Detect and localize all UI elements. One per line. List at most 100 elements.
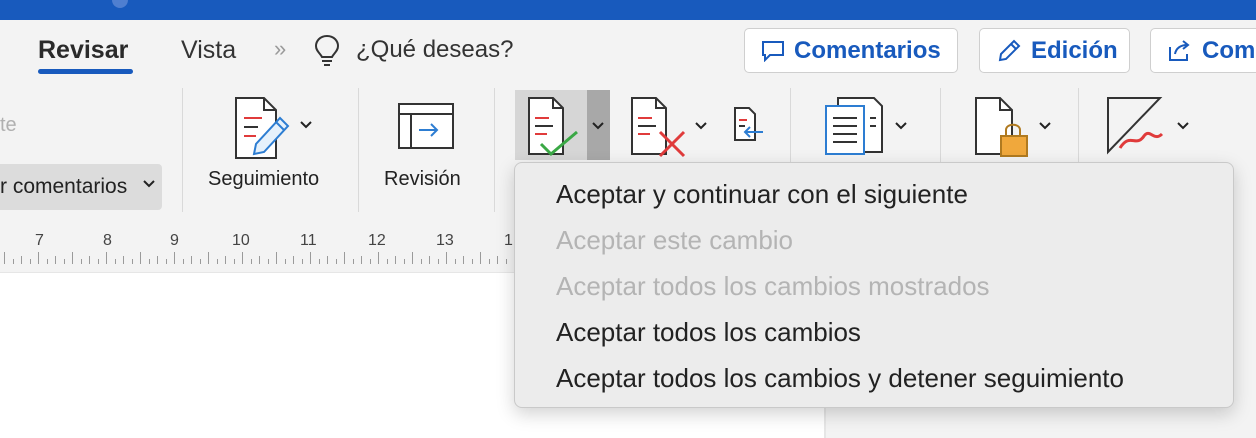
chevron-down-icon[interactable]: [591, 121, 605, 131]
ruler-number: 10: [232, 232, 250, 249]
chevron-down-icon[interactable]: [694, 121, 708, 131]
tab-vista[interactable]: Vista: [181, 36, 236, 65]
review-button-label[interactable]: Revisión: [384, 168, 461, 191]
ruler-tick: [216, 259, 218, 264]
comments-button[interactable]: Comentarios: [744, 28, 958, 73]
ruler-tick: [284, 259, 286, 264]
ruler-tick: [21, 256, 22, 264]
ribbon-separator: [494, 88, 495, 212]
track-changes-icon[interactable]: [234, 96, 294, 160]
ruler-tick: [174, 252, 175, 264]
ruler-tick: [505, 259, 507, 264]
previous-change-icon[interactable]: [733, 106, 765, 142]
active-tab-indicator: [38, 69, 133, 74]
ruler-tick: [310, 252, 311, 264]
ruler-tick: [497, 256, 498, 264]
ruler-tick: [437, 259, 439, 264]
ruler-number: 7: [35, 232, 44, 249]
ruler-tick: [89, 256, 90, 264]
ruler-tick: [352, 259, 354, 264]
menu-item-accept-all-shown: Aceptar todos los cambios mostrados: [556, 271, 990, 301]
ruler-tick: [63, 259, 65, 264]
ruler-tick: [361, 256, 362, 264]
ruler-tick: [97, 259, 99, 264]
more-tabs-chevron-icon[interactable]: »: [274, 36, 286, 62]
ruler-tick: [233, 259, 235, 264]
ruler-tick: [55, 256, 56, 264]
ruler-tick: [412, 252, 413, 264]
ruler-tick: [148, 259, 150, 264]
chevron-down-icon[interactable]: [1176, 121, 1190, 131]
ribbon-separator: [358, 88, 359, 212]
ruler-tick: [395, 256, 396, 264]
ribbon-separator: [182, 88, 183, 212]
review-pane-icon[interactable]: [397, 102, 455, 150]
chevron-down-icon[interactable]: [299, 120, 313, 130]
ribbon-tab-bar: Revisar Vista » ¿Qué deseas? Comentarios…: [0, 20, 1256, 84]
ribbon-partial-label: te: [0, 114, 17, 136]
ruler-tick: [4, 252, 5, 264]
ruler-tick: [250, 259, 252, 264]
ruler-tick: [165, 259, 167, 264]
menu-item-accept-and-next[interactable]: Aceptar y continuar con el siguiente: [556, 179, 968, 210]
ruler-tick: [46, 259, 48, 264]
ruler-number: 12: [368, 232, 386, 249]
ruler-tick: [259, 256, 260, 264]
pencil-icon: [998, 39, 1021, 61]
menu-item-accept-this-change: Aceptar este cambio: [556, 225, 794, 255]
tab-revisar[interactable]: Revisar: [38, 36, 128, 65]
ruler-number: 1: [504, 232, 513, 249]
ruler-number: 8: [103, 232, 112, 249]
tell-me-search[interactable]: ¿Qué deseas?: [356, 36, 513, 64]
accept-icon[interactable]: [527, 96, 585, 158]
ruler-tick: [114, 259, 116, 264]
ruler-tick: [242, 252, 243, 264]
menu-item-accept-all-stop-tracking[interactable]: Aceptar todos los cambios y detener segu…: [556, 363, 1124, 394]
tracking-button-label[interactable]: Seguimiento: [208, 168, 319, 191]
ruler-tick: [344, 252, 345, 264]
ruler-tick: [454, 259, 456, 264]
ruler-tick: [157, 256, 158, 264]
ruler-tick: [463, 256, 464, 264]
compare-icon[interactable]: [824, 96, 884, 156]
ruler-tick: [335, 259, 337, 264]
chevron-down-icon[interactable]: [1038, 121, 1052, 131]
ruler-tick: [225, 256, 226, 264]
ruler-tick: [199, 259, 201, 264]
ruler-tick: [140, 252, 141, 264]
ruler-tick: [301, 259, 303, 264]
ruler-tick: [369, 259, 371, 264]
share-button-label: Com: [1202, 36, 1256, 64]
editing-button[interactable]: Edición: [979, 28, 1130, 73]
share-button[interactable]: Com: [1150, 28, 1256, 73]
ruler-number: 13: [436, 232, 454, 249]
ruler-tick: [420, 259, 422, 264]
markup-combo-label: r comentarios: [0, 175, 128, 198]
ruler-tick: [386, 259, 388, 264]
ruler-tick: [72, 252, 73, 264]
ruler-tick: [267, 259, 269, 264]
ruler-tick: [106, 252, 107, 264]
chevron-down-icon[interactable]: [894, 121, 908, 131]
ruler-tick: [327, 256, 328, 264]
speech-bubble-icon: [762, 40, 784, 62]
ruler-number: 9: [170, 232, 179, 249]
ruler-tick: [446, 252, 447, 264]
ruler-tick: [318, 259, 320, 264]
menu-item-accept-all[interactable]: Aceptar todos los cambios: [556, 317, 861, 348]
window-title-bar: [0, 0, 1256, 20]
ruler-tick: [276, 252, 277, 264]
ink-icon[interactable]: [1106, 96, 1166, 156]
ruler-tick: [80, 259, 82, 264]
reject-icon[interactable]: [630, 96, 688, 158]
ruler-tick: [403, 259, 405, 264]
ruler-tick: [378, 252, 379, 264]
ruler-number: 11: [300, 232, 317, 249]
share-icon: [1169, 39, 1190, 61]
comments-button-label: Comentarios: [794, 36, 941, 64]
ruler-tick: [429, 256, 430, 264]
ruler-tick: [29, 259, 31, 264]
lightbulb-icon[interactable]: [314, 34, 340, 68]
protect-icon[interactable]: [974, 96, 1032, 160]
ruler-tick: [12, 259, 14, 264]
